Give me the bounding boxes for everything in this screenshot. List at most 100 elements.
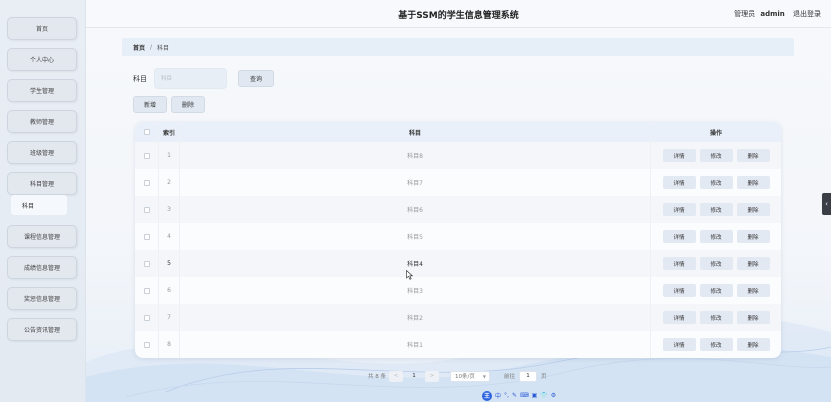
breadcrumb-current: 科目 bbox=[157, 44, 170, 52]
row-delete-button[interactable]: 删除 bbox=[736, 203, 770, 216]
row-detail-button[interactable]: 详情 bbox=[662, 230, 696, 243]
sidebar-item-subjects[interactable]: 科目管理 bbox=[7, 172, 77, 195]
row-actions: 详情 修改 删除 bbox=[651, 304, 781, 331]
row-edit-button[interactable]: 修改 bbox=[699, 338, 733, 351]
sidebar-item-teachers[interactable]: 教师管理 bbox=[7, 110, 77, 133]
row-checkbox-cell bbox=[135, 169, 159, 196]
sidebar-item-home[interactable]: 首页 bbox=[7, 17, 77, 40]
search-label: 科目 bbox=[133, 75, 147, 83]
username: admin bbox=[760, 10, 785, 18]
collapse-panel-tab[interactable]: ‹ bbox=[822, 193, 831, 215]
table-row[interactable]: 7 科目2 详情 修改 删除 bbox=[135, 304, 781, 331]
sidebar-item-rewards[interactable]: 奖惩信息管理 bbox=[7, 287, 77, 310]
table-row[interactable]: 8 科目1 详情 修改 删除 bbox=[135, 331, 781, 358]
table-row[interactable]: 6 科目3 详情 修改 删除 bbox=[135, 277, 781, 304]
row-index: 3 bbox=[159, 196, 180, 223]
row-edit-button[interactable]: 修改 bbox=[699, 149, 733, 162]
table-row[interactable]: 2 科目7 详情 修改 删除 bbox=[135, 169, 781, 196]
batch-delete-button[interactable]: 删除 bbox=[171, 96, 205, 113]
current-page[interactable]: 1 bbox=[406, 371, 422, 382]
row-checkbox[interactable] bbox=[143, 314, 150, 321]
row-index: 6 bbox=[159, 277, 180, 304]
row-index: 2 bbox=[159, 169, 180, 196]
row-checkbox[interactable] bbox=[143, 260, 150, 267]
table-row[interactable]: 4 科目5 详情 修改 删除 bbox=[135, 223, 781, 250]
row-actions: 详情 修改 删除 bbox=[651, 250, 781, 277]
row-checkbox[interactable] bbox=[143, 233, 150, 240]
goto-suffix: 页 bbox=[541, 374, 547, 380]
ime-punctuation-icon[interactable]: °, bbox=[504, 392, 509, 399]
row-checkbox-cell bbox=[135, 277, 159, 304]
row-index: 7 bbox=[159, 304, 180, 331]
logout-link[interactable]: 退出登录 bbox=[793, 10, 821, 18]
row-delete-button[interactable]: 删除 bbox=[736, 338, 770, 351]
row-subject: 科目1 bbox=[180, 331, 651, 358]
pagination-total: 共 8 条 bbox=[368, 374, 386, 380]
prev-page-button[interactable]: < bbox=[389, 370, 403, 382]
ime-skin-icon[interactable]: 👕 bbox=[540, 392, 547, 399]
row-detail-button[interactable]: 详情 bbox=[662, 203, 696, 216]
add-button[interactable]: 新增 bbox=[133, 96, 167, 113]
row-edit-button[interactable]: 修改 bbox=[699, 284, 733, 297]
row-checkbox-cell bbox=[135, 142, 159, 169]
ime-toolbox-icon[interactable]: ▣ bbox=[532, 392, 538, 399]
subject-table: 索引 科目 操作 1 科目8 详情 修改 删除 2 科目7 详情 修改 删除 3 科目6 详情 修改 删除 4… bbox=[135, 122, 781, 358]
table-row[interactable]: 1 科目8 详情 修改 删除 bbox=[135, 142, 781, 169]
table-row[interactable]: 3 科目6 详情 修改 删除 bbox=[135, 196, 781, 223]
breadcrumb: 首页 / 科目 bbox=[122, 38, 794, 56]
next-page-button[interactable]: > bbox=[425, 370, 439, 382]
sidebar-item-courses[interactable]: 课程信息管理 bbox=[7, 225, 77, 248]
table-row[interactable]: 5 科目4 详情 修改 删除 bbox=[135, 250, 781, 277]
sidebar-item-profile[interactable]: 个人中心 bbox=[7, 48, 77, 71]
row-delete-button[interactable]: 删除 bbox=[736, 284, 770, 297]
row-checkbox-cell bbox=[135, 331, 159, 358]
row-edit-button[interactable]: 修改 bbox=[699, 230, 733, 243]
goto-page-input[interactable]: 1 bbox=[519, 370, 538, 382]
row-checkbox[interactable] bbox=[143, 179, 150, 186]
row-actions: 详情 修改 删除 bbox=[651, 169, 781, 196]
row-delete-button[interactable]: 删除 bbox=[736, 311, 770, 324]
row-subject: 科目2 bbox=[180, 304, 651, 331]
row-index: 1 bbox=[159, 142, 180, 169]
row-detail-button[interactable]: 详情 bbox=[662, 257, 696, 270]
row-edit-button[interactable]: 修改 bbox=[699, 203, 733, 216]
ime-handwrite-icon[interactable]: ✎ bbox=[512, 392, 517, 399]
row-checkbox[interactable] bbox=[143, 287, 150, 294]
ime-toolbar: 王 中 °, ✎ ⌨ ▣ 👕 ⚙ bbox=[482, 390, 556, 401]
row-detail-button[interactable]: 详情 bbox=[662, 338, 696, 351]
page-size-select[interactable]: 10条/页 ▼ bbox=[450, 370, 490, 382]
row-delete-button[interactable]: 删除 bbox=[736, 176, 770, 189]
app-title: 基于SSM的学生信息管理系统 bbox=[398, 11, 519, 21]
row-edit-button[interactable]: 修改 bbox=[699, 311, 733, 324]
row-checkbox[interactable] bbox=[143, 206, 150, 213]
row-actions: 详情 修改 删除 bbox=[651, 277, 781, 304]
ime-chinese-mode[interactable]: 中 bbox=[495, 391, 501, 400]
sidebar-item-notices[interactable]: 公告资讯管理 bbox=[7, 318, 77, 341]
row-delete-button[interactable]: 删除 bbox=[736, 257, 770, 270]
ime-keyboard-icon[interactable]: ⌨ bbox=[520, 392, 529, 399]
row-delete-button[interactable]: 删除 bbox=[736, 230, 770, 243]
select-all-checkbox[interactable] bbox=[143, 129, 150, 135]
header-actions: 操作 bbox=[709, 129, 722, 137]
row-detail-button[interactable]: 详情 bbox=[662, 176, 696, 189]
search-button[interactable]: 查询 bbox=[238, 70, 274, 87]
row-edit-button[interactable]: 修改 bbox=[699, 257, 733, 270]
breadcrumb-home[interactable]: 首页 bbox=[133, 43, 145, 52]
row-checkbox-cell bbox=[135, 304, 159, 331]
row-delete-button[interactable]: 删除 bbox=[736, 149, 770, 162]
row-checkbox[interactable] bbox=[143, 152, 150, 159]
row-edit-button[interactable]: 修改 bbox=[699, 176, 733, 189]
sidebar-subitem-subject[interactable]: 科目 bbox=[11, 195, 67, 215]
sidebar-item-students[interactable]: 学生管理 bbox=[7, 79, 77, 102]
ime-logo-icon[interactable]: 王 bbox=[482, 390, 492, 401]
row-detail-button[interactable]: 详情 bbox=[662, 284, 696, 297]
ime-settings-icon[interactable]: ⚙ bbox=[551, 392, 556, 399]
subject-search-input[interactable] bbox=[154, 68, 227, 89]
sidebar-item-grades[interactable]: 成绩信息管理 bbox=[7, 256, 77, 279]
sidebar-item-classes[interactable]: 班级管理 bbox=[7, 141, 77, 164]
row-detail-button[interactable]: 详情 bbox=[662, 149, 696, 162]
row-detail-button[interactable]: 详情 bbox=[662, 311, 696, 324]
row-checkbox[interactable] bbox=[143, 341, 150, 348]
header-index: 索引 bbox=[159, 122, 180, 142]
mouse-cursor-icon bbox=[406, 270, 413, 280]
